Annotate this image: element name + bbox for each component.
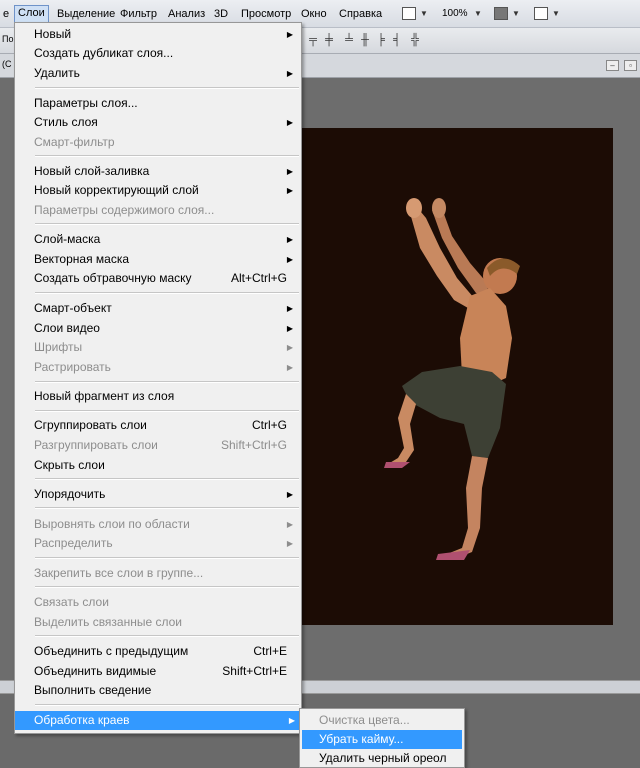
submenu-arrow-icon: ▶ [286, 255, 293, 264]
menu-separator [35, 635, 299, 637]
restore-icon[interactable]: ▫ [624, 60, 637, 71]
menu-separator [35, 557, 299, 559]
screen-layout-icon[interactable] [534, 7, 548, 20]
menu-edit-partial[interactable]: е [0, 6, 12, 22]
matting-submenu: Очистка цвета... Убрать кайму... Удалить… [299, 708, 465, 768]
menu-item-vector-mask[interactable]: Векторная маска ▶ [17, 250, 299, 269]
menu-select[interactable]: Выделение [54, 6, 118, 22]
submenu-arrow-icon: ▶ [286, 167, 293, 176]
submenu-arrow-icon: ▶ [286, 363, 293, 372]
menu-separator [35, 87, 299, 89]
shortcut-label: Ctrl+G [251, 418, 287, 432]
menu-separator [35, 410, 299, 412]
menu-item-flatten-image[interactable]: Выполнить сведение [17, 681, 299, 700]
menu-item-rasterize: Растрировать ▶ [17, 358, 299, 377]
menu-view[interactable]: Просмотр [238, 6, 294, 22]
menu-item-hide-layers[interactable]: Скрыть слои [17, 456, 299, 475]
document-tab[interactable]: (С [2, 59, 12, 69]
menu-filter[interactable]: Фильтр [117, 6, 160, 22]
menu-item-arrange[interactable]: Упорядочить ▶ [17, 485, 299, 504]
menu-item-layer-content-options: Параметры содержимого слоя... [34, 203, 215, 217]
distribute-bottom-icon[interactable]: ╞ [374, 33, 388, 48]
menu-item-duplicate-layer[interactable]: Создать дубликат слоя... [17, 44, 299, 63]
menu-separator [35, 586, 299, 588]
menu-separator [35, 292, 299, 294]
chevron-down-icon[interactable]: ▼ [474, 9, 482, 18]
menu-separator [35, 155, 299, 157]
climber-figure [384, 198, 520, 560]
options-label: По [2, 34, 14, 44]
shortcut-label: Alt+Ctrl+G [230, 271, 287, 285]
menu-item-new-slice-from-layer[interactable]: Новый фрагмент из слоя [17, 387, 299, 406]
submenu-arrow-icon: ▶ [288, 716, 295, 725]
menu-item-merge-down[interactable]: Объединить с предыдущим Ctrl+E [17, 642, 299, 661]
menu-item-new[interactable]: Новый ▶ [17, 25, 299, 44]
align-middle-icon[interactable]: ╪ [322, 33, 336, 48]
menu-item-new-fill-layer[interactable]: Новый слой-заливка ▶ [17, 162, 299, 181]
submenu-arrow-icon: ▶ [286, 520, 293, 529]
layer-menu-dropdown: Новый ▶ Создать дубликат слоя... Удалить… [14, 22, 302, 734]
submenu-arrow-icon: ▶ [286, 235, 293, 244]
shortcut-label: Shift+Ctrl+G [220, 438, 287, 452]
auto-align-icon[interactable]: ╬ [408, 33, 422, 48]
submenu-item-color-decontaminate: Очистка цвета... [319, 713, 410, 727]
submenu-item-remove-black-matte[interactable]: Удалить черный ореол [302, 749, 462, 768]
submenu-arrow-icon: ▶ [286, 304, 293, 313]
menu-separator [35, 223, 299, 225]
menu-item-ungroup-layers: Разгруппировать слои Shift+Ctrl+G [17, 436, 299, 455]
menu-item-group-layers[interactable]: Сгруппировать слои Ctrl+G [17, 416, 299, 435]
menu-3d[interactable]: 3D [211, 6, 231, 22]
menu-window[interactable]: Окно [298, 6, 330, 22]
menu-separator [35, 704, 299, 706]
submenu-item-defringe[interactable]: Убрать кайму... [302, 730, 462, 749]
menu-item-layer-style[interactable]: Стиль слоя ▶ [17, 113, 299, 132]
menu-item-layer-mask[interactable]: Слой-маска ▶ [17, 230, 299, 249]
menu-item-distribute: Распределить ▶ [17, 534, 299, 553]
submenu-arrow-icon: ▶ [286, 30, 293, 39]
chevron-down-icon[interactable]: ▼ [420, 9, 428, 18]
arrange-documents-icon[interactable] [494, 7, 508, 20]
distribute-top-icon[interactable]: ╧ [342, 33, 356, 48]
submenu-arrow-icon: ▶ [286, 343, 293, 352]
screen-mode-icon[interactable] [402, 7, 416, 20]
chevron-down-icon[interactable]: ▼ [552, 9, 560, 18]
menu-separator [35, 478, 299, 480]
minimize-icon[interactable]: – [606, 60, 619, 71]
menu-item-merge-visible[interactable]: Объединить видимые Shift+Ctrl+E [17, 662, 299, 681]
submenu-arrow-icon: ▶ [286, 490, 293, 499]
zoom-level[interactable]: 100% [442, 8, 468, 19]
menu-separator [35, 381, 299, 383]
menu-item-select-linked-layers: Выделить связанные слои [34, 615, 183, 629]
submenu-arrow-icon: ▶ [286, 539, 293, 548]
menu-item-smart-object[interactable]: Смарт-объект ▶ [17, 299, 299, 318]
menu-item-delete[interactable]: Удалить ▶ [17, 64, 299, 83]
menu-separator [35, 507, 299, 509]
chevron-down-icon[interactable]: ▼ [512, 9, 520, 18]
menu-item-matting[interactable]: Обработка краев ▶ [15, 711, 301, 730]
menu-item-type: Шрифты ▶ [17, 338, 299, 357]
menu-item-layer-properties[interactable]: Параметры слоя... [17, 94, 299, 113]
menu-item-create-clipping-mask[interactable]: Создать обтравочную маску Alt+Ctrl+G [17, 269, 299, 288]
menu-item-align-layers: Выровнять слои по области ▶ [17, 515, 299, 534]
menu-analysis[interactable]: Анализ [165, 6, 208, 22]
menu-item-link-layers: Связать слои [34, 595, 109, 609]
distribute-left-icon[interactable]: ╡ [390, 33, 404, 48]
submenu-arrow-icon: ▶ [286, 186, 293, 195]
menu-item-lock-all-layers-in-group: Закрепить все слои в группе... [34, 566, 204, 580]
menu-help[interactable]: Справка [336, 6, 385, 22]
submenu-arrow-icon: ▶ [286, 69, 293, 78]
submenu-arrow-icon: ▶ [286, 118, 293, 127]
shortcut-label: Shift+Ctrl+E [222, 664, 287, 678]
align-top-icon[interactable]: ╤ [306, 33, 320, 48]
image-canvas[interactable] [292, 128, 613, 625]
menu-item-new-adjustment-layer[interactable]: Новый корректирующий слой ▶ [17, 181, 299, 200]
menu-item-smart-filter: Смарт-фильтр [34, 135, 115, 149]
submenu-arrow-icon: ▶ [286, 324, 293, 333]
distribute-middle-icon[interactable]: ╫ [358, 33, 372, 48]
menu-item-video-layers[interactable]: Слои видео ▶ [17, 319, 299, 338]
menu-layer[interactable]: Слои [14, 5, 49, 23]
shortcut-label: Ctrl+E [253, 644, 287, 658]
